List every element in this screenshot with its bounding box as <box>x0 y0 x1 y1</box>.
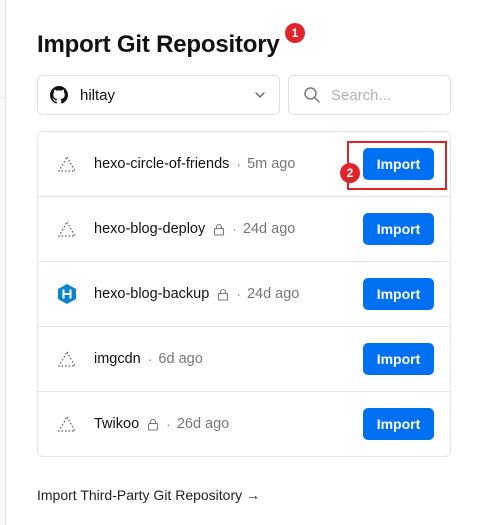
separator-dot: · <box>147 351 153 367</box>
separator-dot: · <box>236 286 241 302</box>
repo-name: hexo-blog-deploy <box>94 221 206 237</box>
import-button[interactable]: Import <box>363 278 434 310</box>
repo-age: 24d ago <box>246 286 300 302</box>
import-third-party-link[interactable]: Import Third-Party Git Repository → <box>37 487 260 503</box>
repo-age: 6d ago <box>158 351 203 367</box>
repo-name: hexo-circle-of-friends <box>94 156 230 172</box>
import-button[interactable]: Import <box>363 213 434 245</box>
left-panel-edge <box>0 0 6 525</box>
triangle-dotted-icon <box>57 220 77 237</box>
github-icon <box>50 86 68 104</box>
search-icon <box>304 87 320 103</box>
annotation-badge-2: 2 <box>340 163 360 183</box>
separator-dot: · <box>166 416 171 432</box>
account-selector[interactable]: hiltay <box>37 75 280 115</box>
annotation-badge-1: 1 <box>285 23 305 43</box>
repo-name: Twikoo <box>94 416 140 432</box>
repo-age: 5m ago <box>247 156 296 172</box>
repo-row: hexo-blog-deploy · 24d ago Import <box>38 197 450 262</box>
lock-icon <box>148 418 159 431</box>
lock-icon <box>218 288 229 301</box>
repo-name: hexo-blog-backup <box>94 286 210 302</box>
annotation-highlight-box <box>347 141 447 190</box>
hexo-icon <box>58 284 76 304</box>
left-panel-divider <box>0 97 6 98</box>
triangle-dotted-icon <box>57 350 77 367</box>
repo-age: 26d ago <box>176 416 230 432</box>
lock-icon <box>214 223 225 236</box>
separator-dot: · <box>236 156 242 172</box>
repo-age: 24d ago <box>242 221 296 237</box>
repo-row: imgcdn · 6d ago Import <box>38 327 450 392</box>
chevron-down-icon <box>255 92 265 98</box>
repo-name: imgcdn <box>94 351 141 367</box>
triangle-dotted-icon <box>57 415 77 432</box>
search-input[interactable] <box>331 86 431 104</box>
import-button[interactable]: Import <box>363 408 434 440</box>
triangle-dotted-icon <box>57 155 77 172</box>
search-box[interactable] <box>288 75 451 115</box>
repo-row: hexo-blog-backup · 24d ago Import <box>38 262 450 327</box>
page-title: Import Git Repository <box>37 31 280 58</box>
repo-row: Twikoo · 26d ago Import <box>38 392 450 456</box>
separator-dot: · <box>232 221 237 237</box>
import-button[interactable]: Import <box>363 343 434 375</box>
account-name: hiltay <box>80 86 116 104</box>
